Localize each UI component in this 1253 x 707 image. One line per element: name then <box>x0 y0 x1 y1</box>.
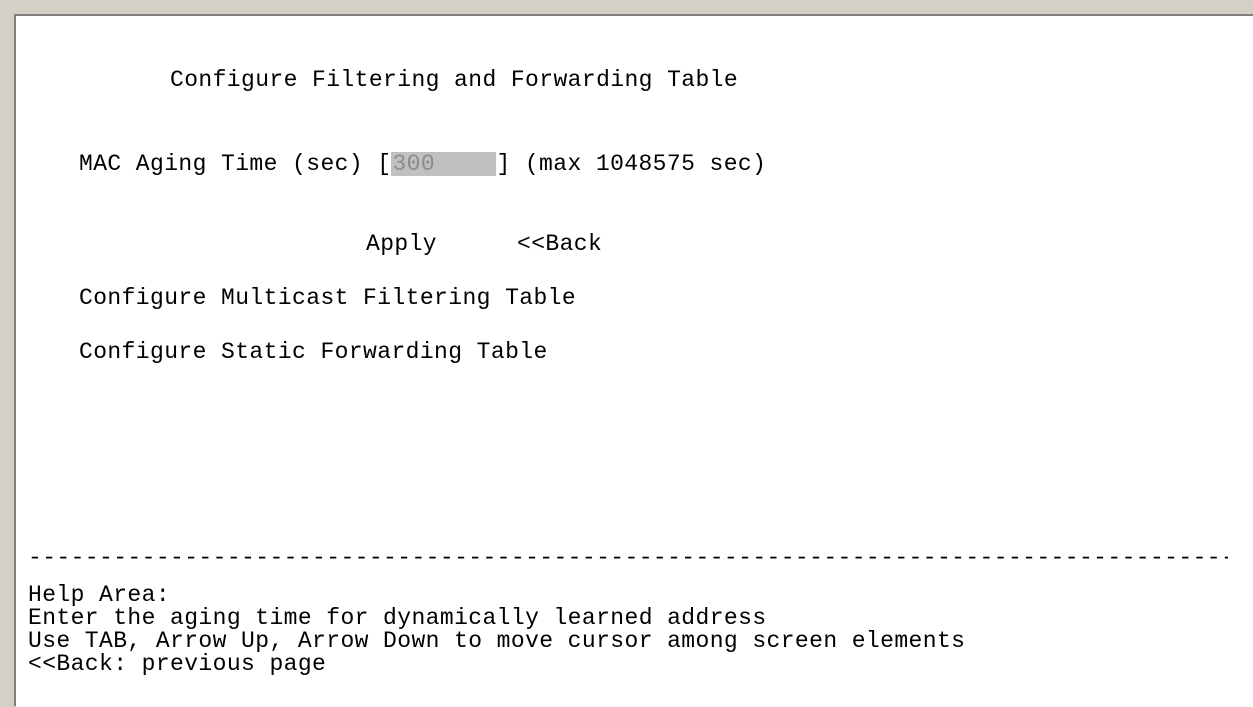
configure-static-forwarding-table-link[interactable]: Configure Static Forwarding Table <box>79 340 548 364</box>
mac-aging-row: MAC Aging Time (sec) [300] (max 1048575 … <box>79 152 766 176</box>
window-frame: Configure Filtering and Forwarding Table… <box>0 0 1253 707</box>
help-text-navigation: Use TAB, Arrow Up, Arrow Down to move cu… <box>28 628 966 654</box>
terminal-screen: Configure Filtering and Forwarding Table… <box>14 14 1253 707</box>
apply-button[interactable]: Apply <box>366 232 437 256</box>
help-divider: ----------------------------------------… <box>28 546 1228 570</box>
mac-aging-time-input[interactable]: 300 <box>391 152 497 176</box>
mac-aging-label: MAC Aging Time (sec) [ <box>79 151 392 177</box>
help-area-heading: Help Area: <box>28 582 171 608</box>
help-text-aging: Enter the aging time for dynamically lea… <box>28 605 767 631</box>
back-button[interactable]: <<Back <box>517 232 602 256</box>
page-title: Configure Filtering and Forwarding Table <box>170 67 739 93</box>
mac-aging-max-label: ] (max 1048575 sec) <box>496 151 767 177</box>
help-text-back: <<Back: previous page <box>28 651 327 677</box>
configure-multicast-filtering-table-link[interactable]: Configure Multicast Filtering Table <box>79 286 576 310</box>
